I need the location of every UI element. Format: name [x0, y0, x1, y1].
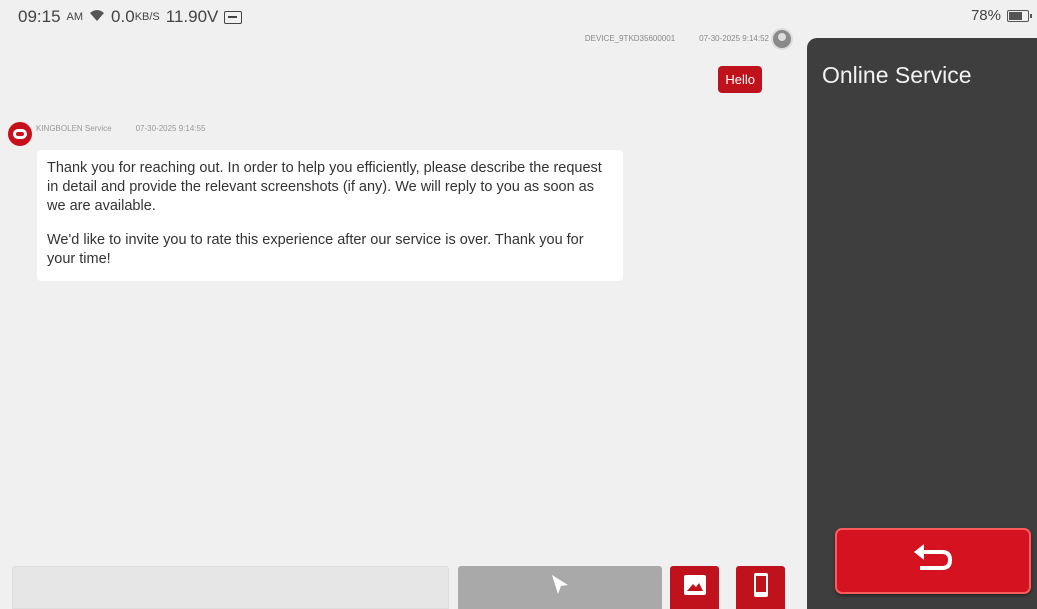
user-message-timestamp: 07-30-2025 9:14:52 — [699, 34, 769, 43]
service-message-timestamp: 07-30-2025 9:14:55 — [135, 124, 206, 133]
service-message-paragraph: Thank you for reaching out. In order to … — [47, 160, 602, 214]
network-unit: KB/S — [134, 11, 160, 23]
back-arrow-icon — [912, 542, 954, 581]
status-right: 78% — [970, 7, 1032, 24]
voltage-readout: 11.90V — [165, 7, 219, 26]
user-avatar — [771, 28, 793, 50]
wifi-icon — [89, 7, 105, 27]
user-message-bubble: Hello — [718, 66, 762, 93]
message-input[interactable] — [12, 566, 449, 609]
status-left: 09:15 AM 0.0 KB/S 11.90V — [18, 7, 243, 27]
status-time: 09:15 — [18, 7, 61, 26]
network-speed: 0.0 — [111, 7, 135, 26]
back-button[interactable] — [835, 528, 1031, 594]
side-panel: Online Service — [807, 38, 1037, 609]
status-bar: 09:15 AM 0.0 KB/S 11.90V 78% — [0, 0, 1037, 34]
service-message-paragraph: We'd like to invite you to rate this exp… — [47, 232, 584, 267]
service-sender-name: KINGBOLEN Service — [36, 124, 112, 133]
phone-button[interactable] — [736, 566, 785, 609]
battery-icon — [1007, 9, 1032, 22]
service-avatar — [8, 122, 32, 146]
chat-area[interactable]: DEVICE_9TKD35600001 07-30-2025 9:14:52 H… — [0, 28, 805, 559]
battery-voltage-icon — [224, 10, 243, 24]
image-icon — [683, 574, 707, 601]
message-input-bar — [0, 560, 805, 609]
send-button[interactable] — [458, 566, 662, 609]
service-message-meta: KINGBOLEN Service 07-30-2025 9:14:55 — [36, 124, 205, 133]
image-button[interactable] — [670, 566, 719, 609]
page-title: Online Service — [822, 62, 972, 88]
phone-icon — [753, 572, 769, 603]
user-message-meta: DEVICE_9TKD35600001 07-30-2025 9:14:52 — [585, 34, 769, 43]
user-sender-name: DEVICE_9TKD35600001 — [584, 34, 676, 43]
battery-percent: 78% — [970, 7, 1001, 24]
send-cursor-icon — [550, 573, 570, 602]
service-message-bubble: Thank you for reaching out. In order to … — [37, 150, 623, 281]
status-ampm: AM — [66, 11, 84, 23]
